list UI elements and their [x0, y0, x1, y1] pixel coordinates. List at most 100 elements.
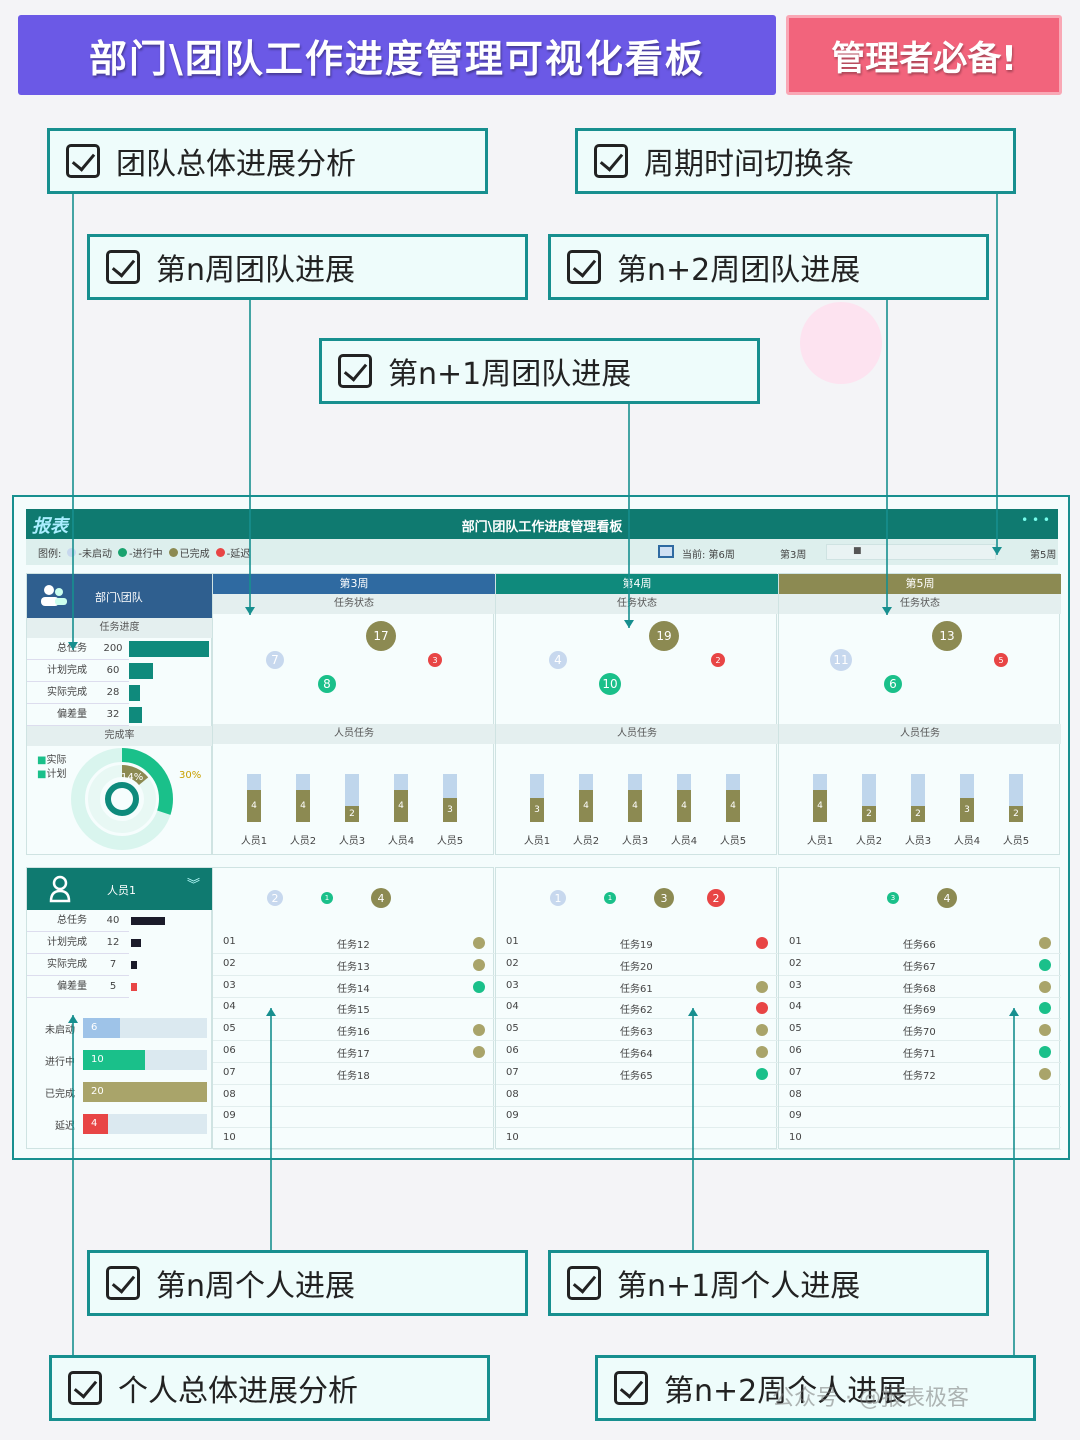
- task-name: 任务63: [620, 1027, 653, 1039]
- status-label: 任务状态: [779, 594, 1061, 614]
- task-name: 任务14: [337, 983, 370, 995]
- team-row-bar: [129, 663, 153, 679]
- team-progress-title: 任务进度: [27, 618, 212, 638]
- task-name: 任务19: [620, 940, 653, 951]
- person-name-label: 人员3: [338, 836, 366, 847]
- task-name: 任务13: [337, 961, 370, 973]
- legend-item: -未启动: [67, 545, 112, 560]
- dashboard-header: 报表 部门\团队工作进度管理看板 • • •: [26, 509, 1058, 539]
- team-row-value: 28: [97, 682, 129, 704]
- status-bubble-delayed: 2: [711, 653, 725, 667]
- callout-label: 周期时间切换条: [644, 147, 854, 182]
- task-row: 06 任务17: [213, 1041, 495, 1063]
- completion-donut: [71, 748, 173, 850]
- rate-legend-plan: ■计划: [37, 769, 67, 780]
- person-status-bubble-not-started: 1: [550, 890, 566, 906]
- team-header: 部门\团队: [27, 574, 212, 618]
- legend-label: -延迟: [226, 548, 251, 560]
- person-name-label: 人员1: [523, 836, 551, 847]
- legend-dot-icon: [117, 547, 127, 557]
- callout-label: 第n周团队进展: [156, 253, 356, 288]
- period-start[interactable]: 第3周: [780, 546, 806, 561]
- checkbox-icon: [567, 250, 601, 284]
- team-row-bar: [129, 641, 209, 657]
- status-bubble-delayed: 5: [994, 653, 1008, 667]
- checkbox-icon: [106, 1266, 140, 1300]
- person-dropdown-icon[interactable]: ︾: [187, 874, 200, 893]
- callout-week-n-person: 第n周个人进展: [87, 1250, 528, 1316]
- task-row: 01 任务66: [779, 932, 1061, 954]
- person-status-fill: 20: [83, 1082, 207, 1102]
- task-no: 10: [223, 1132, 236, 1144]
- task-status-dot-icon: [756, 1024, 768, 1037]
- person-status-bubble-done: 4: [937, 888, 957, 908]
- task-name: 任务69: [903, 1005, 936, 1017]
- task-status-dot-icon: [756, 1046, 768, 1058]
- task-no: 08: [223, 1088, 236, 1100]
- task-name: 任务61: [620, 983, 653, 995]
- week-person-panel: 1 1 3 2 01 任务19 02 任务20 03 任务61 04 任务62 05 任务63 06 任务64…: [495, 867, 778, 1151]
- task-no: 04: [789, 1001, 802, 1013]
- person-row-bar: [131, 917, 165, 925]
- person-row-bar: [131, 961, 137, 969]
- task-row: 03 任务61: [496, 976, 778, 998]
- task-row: 01 任务19: [496, 932, 778, 954]
- person-icon: [49, 875, 71, 903]
- task-status-dot-icon: [1039, 958, 1051, 971]
- callout-team-overall: 团队总体进展分析: [47, 128, 488, 194]
- person-status-fill: 4: [83, 1114, 108, 1134]
- task-name: 任务16: [337, 1027, 370, 1039]
- task-status-dot-icon: [1039, 1002, 1051, 1015]
- menu-dots-icon[interactable]: • • •: [1021, 513, 1050, 527]
- legend-label: -进行中: [128, 548, 163, 560]
- person-status-bubble-in-progress: 3: [887, 892, 899, 904]
- week-header: 第3周: [213, 574, 495, 594]
- person-row-value: 7: [97, 954, 129, 976]
- task-name: 任务71: [903, 1049, 936, 1060]
- task-status-dot-icon: [1039, 980, 1051, 993]
- status-bubble-in-progress: 6: [884, 675, 902, 693]
- period-slider[interactable]: ■: [826, 544, 996, 560]
- task-row: 03 任务68: [779, 976, 1061, 998]
- legend-dot-icon: [168, 547, 178, 557]
- person-name-label: 人员5: [1002, 836, 1030, 847]
- completion-rate-title: 完成率: [27, 726, 212, 746]
- task-no: 03: [506, 979, 519, 991]
- week-header: 第4周: [496, 574, 778, 594]
- person-overall-panel: 人员1 ︾ 总任务 40 计划完成 12 实际完成 7 偏差量 5 未启动 6 进行中 10 已完成 2…: [26, 867, 212, 1149]
- watermark: 公众号 · @报表极客: [772, 1386, 969, 1411]
- task-name: 任务66: [903, 940, 936, 951]
- task-status-dot-icon: [1039, 937, 1051, 949]
- week-team-panel: 第3周 任务状态 7 8 17 3 人员任务 4 人员1 4 人员2 2 人员3 4 人员4 3 人员5: [212, 573, 495, 855]
- period-end[interactable]: 第5周: [1030, 546, 1056, 561]
- legend-label: 已完成: [179, 548, 210, 560]
- person-status-bubble-not-started: 2: [267, 890, 283, 906]
- team-row-bar: [129, 685, 141, 701]
- current-week: 当前: 第6周: [682, 550, 735, 561]
- actual-pct: 14%: [121, 772, 144, 783]
- person-row-label: 总任务: [27, 910, 97, 932]
- task-row: 06 任务71: [779, 1041, 1061, 1063]
- task-row: 02 任务67: [779, 954, 1061, 976]
- checkbox-icon: [338, 354, 372, 388]
- checkbox-icon: [106, 250, 140, 284]
- task-name: 任务12: [337, 940, 370, 951]
- person-status-label: 进行中: [45, 1057, 75, 1068]
- task-no: 03: [223, 979, 236, 991]
- legend-prefix: 图例:: [38, 548, 62, 560]
- person-status-bubble-done: 4: [371, 888, 391, 908]
- week-team-panel: 第5周 任务状态 11 6 13 5 人员任务 4 人员1 2 人员2 2 人员3 3 人员4 2 人员5: [778, 573, 1061, 855]
- task-row: 09: [779, 1106, 1061, 1129]
- task-no: 10: [506, 1132, 519, 1144]
- status-bubble-in-progress: 10: [599, 673, 621, 695]
- person-done-bar: 2: [345, 806, 359, 822]
- checkbox-icon: [66, 144, 100, 178]
- period-slider-thumb[interactable]: ■: [853, 546, 862, 556]
- team-row-value: 32: [97, 704, 129, 726]
- dashboard-screenshot: 报表 部门\团队工作进度管理看板 • • • 图例: -未启动 -进行中 已完成 -延…: [12, 495, 1070, 1160]
- legend-label: -未启动: [78, 548, 112, 560]
- task-no: 06: [789, 1045, 802, 1056]
- person-done-bar: 4: [579, 790, 593, 822]
- week-team-panel: 第4周 任务状态 4 10 19 2 人员任务 3 人员1 4 人员2 4 人员3 4 人员4 4 人员5: [495, 573, 778, 855]
- person-name-label: 人员5: [436, 836, 464, 847]
